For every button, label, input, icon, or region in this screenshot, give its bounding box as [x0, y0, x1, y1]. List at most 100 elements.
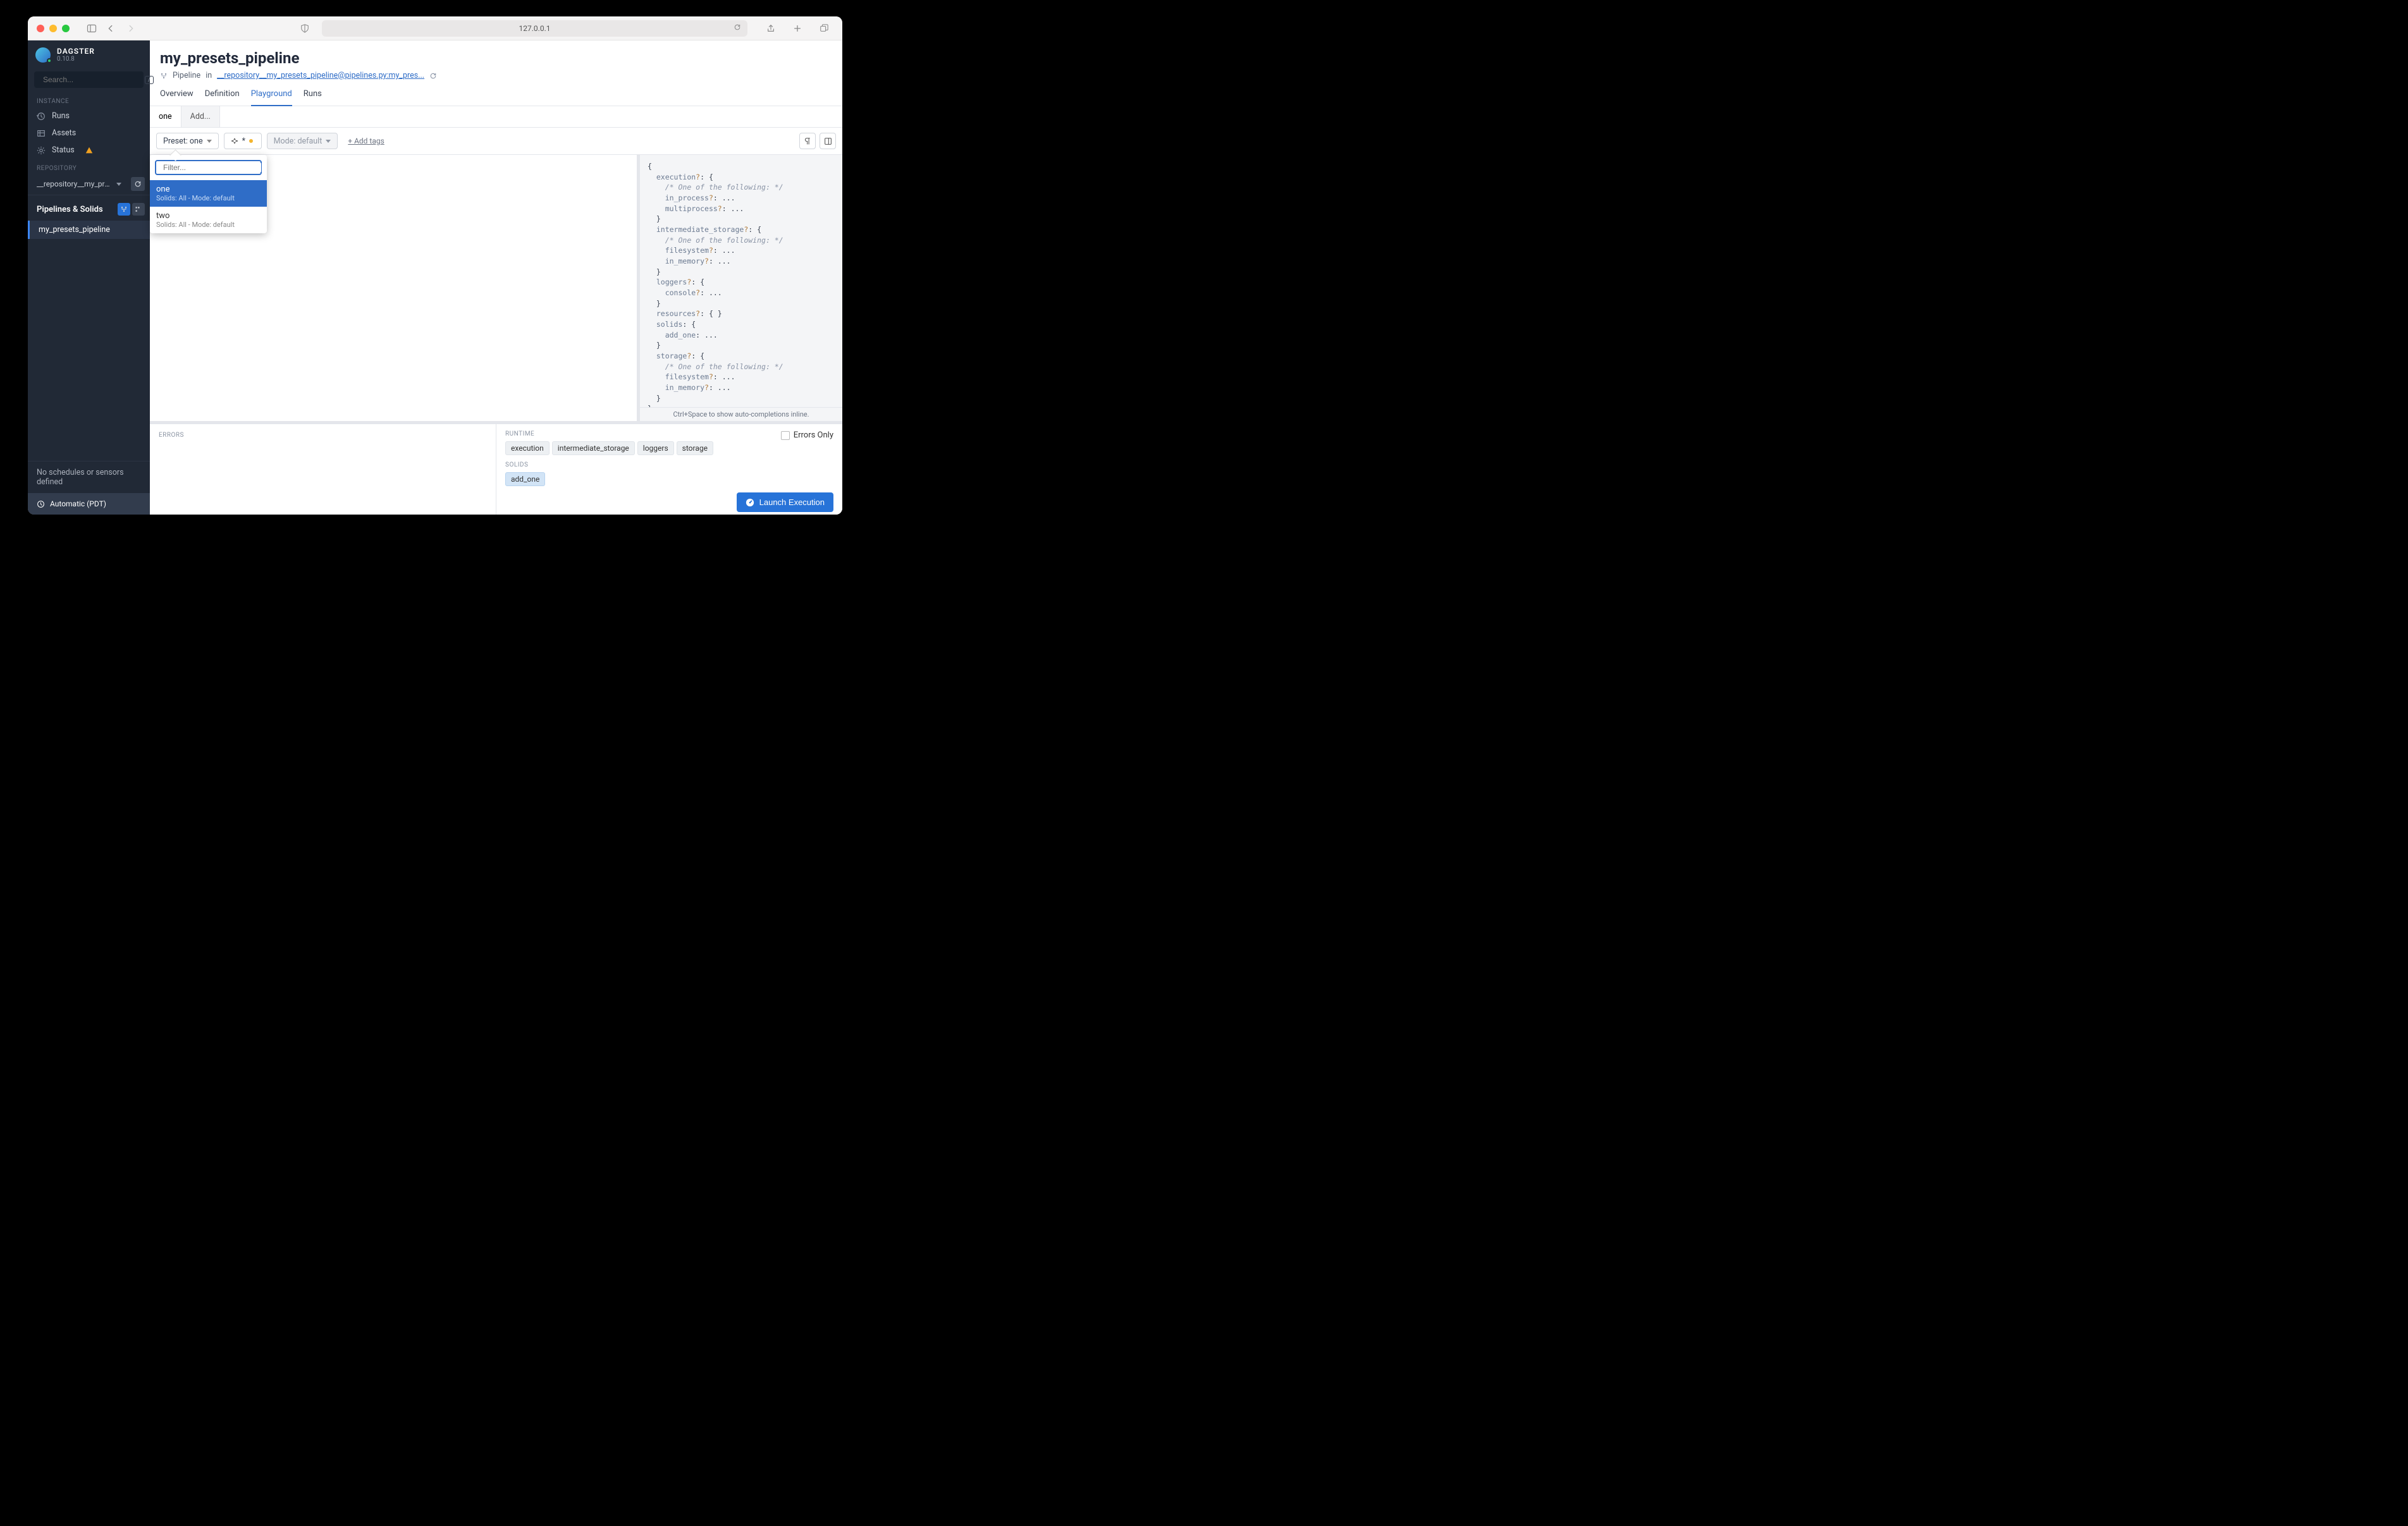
- launch-execution-button[interactable]: Launch Execution: [737, 492, 833, 512]
- tabs-icon[interactable]: [818, 22, 830, 35]
- preset-filter-input[interactable]: [163, 163, 261, 172]
- gauge-icon: [746, 498, 754, 507]
- tag-add_one[interactable]: add_one: [505, 472, 545, 486]
- back-icon[interactable]: [104, 22, 117, 35]
- graph-icon: [231, 137, 238, 145]
- in-label: in: [206, 71, 212, 80]
- panel-right-icon: [824, 137, 832, 145]
- config-editor[interactable]: one Solids: All - Mode: default two Soli…: [150, 155, 640, 421]
- sidebar-search[interactable]: /: [34, 71, 144, 88]
- timezone-selector[interactable]: Automatic (PDT): [28, 493, 150, 515]
- pipeline-item-label: my_presets_pipeline: [39, 225, 110, 235]
- mode-selector[interactable]: Mode: default: [267, 133, 338, 149]
- schema-hint[interactable]: { execution?: { /* One of the following:…: [640, 155, 842, 407]
- forward-icon[interactable]: [125, 22, 137, 35]
- schema-panel: { execution?: { /* One of the following:…: [640, 155, 842, 421]
- tag-intermediate_storage[interactable]: intermediate_storage: [552, 441, 635, 455]
- preset-popup: one Solids: All - Mode: default two Soli…: [150, 155, 267, 233]
- repo-selector[interactable]: __repository__my_pre...: [28, 174, 150, 193]
- address-bar[interactable]: 127.0.0.1: [322, 20, 747, 37]
- repo-name: __repository__my_pre...: [37, 180, 113, 188]
- warning-triangle-icon: [85, 146, 94, 155]
- dagster-logo-icon: [35, 47, 51, 63]
- whitespace-toggle-button[interactable]: [799, 133, 816, 149]
- add-tags-link[interactable]: + Add tags: [348, 137, 384, 145]
- browser-window: 127.0.0.1 DAGSTER: [28, 16, 842, 515]
- no-schedules-text: No schedules or sensors defined: [28, 461, 150, 493]
- sidebar-item-status[interactable]: Status: [28, 142, 150, 159]
- sidebar-toggle-icon[interactable]: [85, 22, 98, 35]
- refresh-icon[interactable]: [429, 72, 437, 80]
- preset-option-label: one: [156, 185, 261, 194]
- sidebar-item-runs[interactable]: Runs: [28, 107, 150, 125]
- status-label: Status: [52, 145, 75, 155]
- config-tab-add[interactable]: Add...: [181, 106, 220, 127]
- window-close-icon[interactable]: [37, 25, 44, 32]
- search-input[interactable]: [43, 75, 141, 84]
- brand[interactable]: DAGSTER 0.10.8: [28, 40, 150, 68]
- content: my_presets_pipeline Pipeline in __reposi…: [150, 40, 842, 515]
- pipeline-item[interactable]: my_presets_pipeline: [28, 221, 150, 239]
- mode-label: Mode: default: [274, 137, 322, 146]
- pilcrow-icon: [804, 137, 812, 145]
- tab-overview[interactable]: Overview: [160, 89, 194, 106]
- launch-row: Launch Execution: [505, 492, 833, 512]
- titlebar: 127.0.0.1: [28, 16, 842, 40]
- list-icon: [135, 205, 142, 213]
- solid-selector[interactable]: *: [224, 133, 262, 149]
- preset-label: Preset: one: [163, 137, 203, 146]
- tree-icon: [120, 205, 128, 213]
- spacer: [28, 239, 150, 461]
- errors-label: ERRORS: [159, 432, 487, 439]
- tree-view-button[interactable]: [118, 203, 130, 216]
- brand-name: DAGSTER: [57, 47, 95, 56]
- url-text: 127.0.0.1: [519, 24, 551, 33]
- preset-filter[interactable]: [155, 160, 262, 175]
- pipelines-title: Pipelines & Solids: [37, 205, 103, 214]
- preset-option-label: two: [156, 211, 261, 221]
- chevron-down-icon: [207, 140, 212, 143]
- slash-hint: /: [145, 76, 154, 84]
- tag-execution[interactable]: execution: [505, 441, 550, 455]
- brand-text: DAGSTER 0.10.8: [57, 47, 95, 63]
- scaffold-button[interactable]: [820, 133, 836, 149]
- timezone-label: Automatic (PDT): [50, 499, 106, 508]
- tab-playground[interactable]: Playground: [251, 89, 292, 106]
- page-header: my_presets_pipeline Pipeline in __reposi…: [150, 40, 842, 80]
- tab-runs[interactable]: Runs: [304, 89, 322, 106]
- main-tabs: Overview Definition Playground Runs: [150, 80, 842, 106]
- tag-loggers[interactable]: loggers: [637, 441, 674, 455]
- share-icon[interactable]: [765, 22, 777, 35]
- window-minimize-icon[interactable]: [49, 25, 57, 32]
- refresh-icon: [134, 180, 142, 188]
- editor-area: one Solids: All - Mode: default two Soli…: [150, 155, 842, 421]
- config-tab-one[interactable]: one: [150, 106, 181, 127]
- sidebar-item-assets[interactable]: Assets: [28, 125, 150, 142]
- refresh-repo-button[interactable]: [131, 177, 145, 191]
- refresh-icon[interactable]: [734, 23, 741, 33]
- preset-option-one[interactable]: one Solids: All - Mode: default: [150, 180, 267, 207]
- config-tabs: one Add...: [150, 106, 842, 128]
- main-row: DAGSTER 0.10.8 / INSTANCE Runs Assets St…: [28, 40, 842, 515]
- view-toggle: [118, 203, 145, 216]
- new-tab-icon[interactable]: [791, 22, 804, 35]
- history-icon: [37, 112, 46, 121]
- preset-selector[interactable]: Preset: one: [156, 133, 219, 149]
- checkbox-icon[interactable]: [781, 431, 790, 440]
- tag-storage[interactable]: storage: [677, 441, 713, 455]
- list-view-button[interactable]: [132, 203, 145, 216]
- tab-definition[interactable]: Definition: [205, 89, 240, 106]
- type-label: Pipeline: [173, 71, 200, 80]
- preset-option-two[interactable]: two Solids: All - Mode: default: [150, 207, 267, 233]
- page-title: my_presets_pipeline: [160, 49, 832, 67]
- sidebar: DAGSTER 0.10.8 / INSTANCE Runs Assets St…: [28, 40, 150, 515]
- bottom-panel: ERRORS Errors Only RUNTIME executioninte…: [150, 421, 842, 515]
- window-maximize-icon[interactable]: [62, 25, 70, 32]
- traffic-lights: [37, 25, 70, 32]
- errors-only-toggle[interactable]: Errors Only: [781, 430, 833, 440]
- repo-path-link[interactable]: __repository__my_presets_pipeline@pipeli…: [217, 71, 424, 80]
- autocomplete-hint: Ctrl+Space to show auto-completions inli…: [640, 407, 842, 421]
- toolbar-right: [799, 133, 836, 149]
- shield-icon[interactable]: [298, 22, 311, 35]
- nav-buttons: [101, 22, 140, 35]
